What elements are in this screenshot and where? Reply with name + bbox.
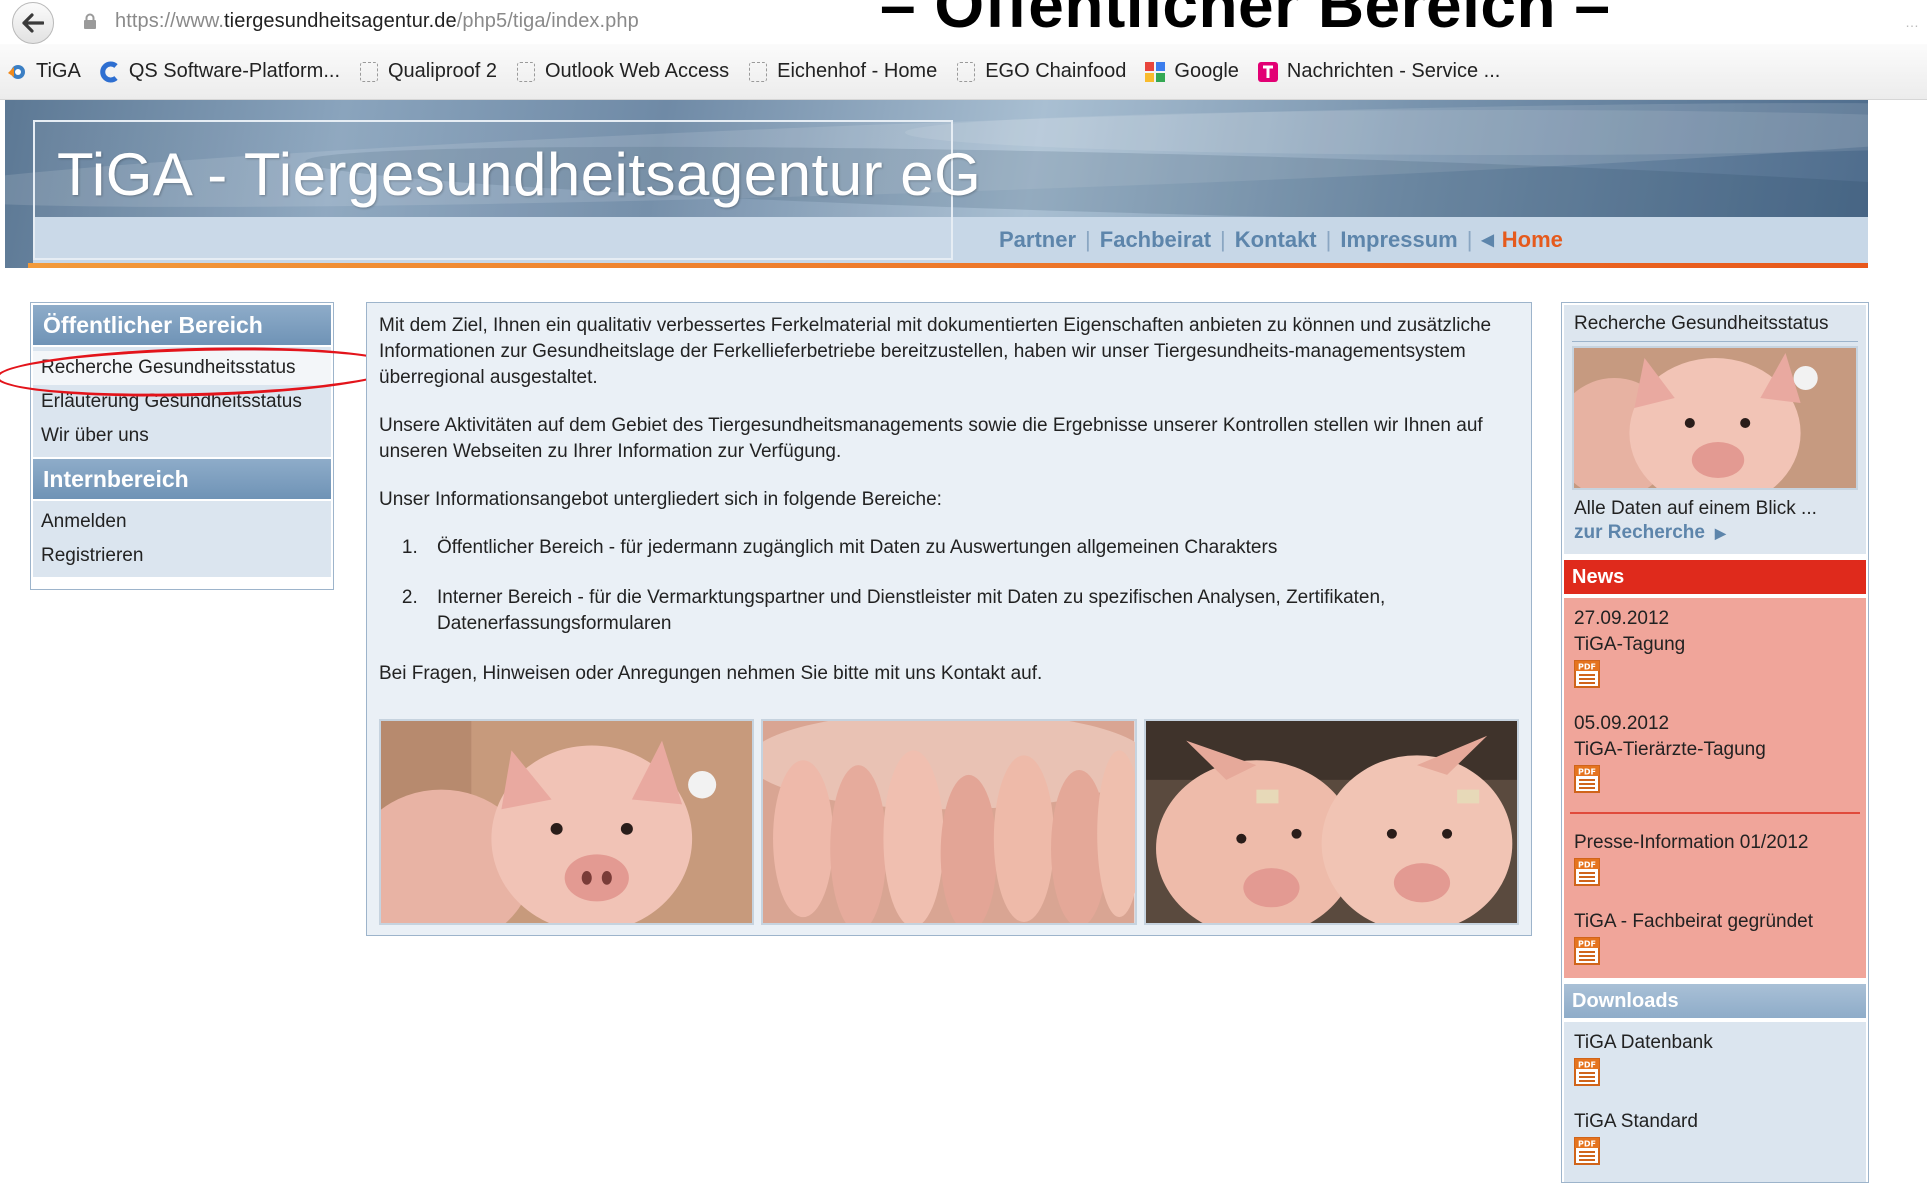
main-content: Mit dem Ziel, Ihnen ein qualitativ verbe… — [366, 302, 1532, 936]
pdf-icon[interactable]: PDF — [1574, 858, 1600, 886]
bookmark-eichenhof[interactable]: Eichenhof - Home — [747, 60, 937, 83]
news-list: 27.09.2012 TiGA-Tagung PDF 05.09.2012 Ti… — [1564, 598, 1866, 978]
nav-item-anmelden[interactable]: Anmelden — [33, 505, 331, 539]
recherche-text: Alle Daten auf einem Blick ... — [1574, 498, 1817, 519]
svg-text:PDF: PDF — [1578, 1140, 1596, 1149]
bookmark-google[interactable]: Google — [1144, 60, 1239, 83]
nav-section-public: Öffentlicher Bereich — [33, 305, 331, 345]
news-date: 27.09.2012 — [1574, 608, 1670, 629]
header-divider — [28, 263, 1868, 268]
svg-text:PDF: PDF — [1578, 663, 1596, 672]
piglet-thumbnail[interactable] — [1572, 346, 1858, 490]
news-divider — [1570, 812, 1860, 814]
sections-list: Öffentlicher Bereich - für jedermann zug… — [379, 535, 1519, 637]
photo-gallery — [379, 719, 1519, 925]
download-title[interactable]: TiGA Standard — [1574, 1109, 1856, 1135]
download-title[interactable]: TiGA Datenbank — [1574, 1030, 1856, 1056]
downloads-list: TiGA Datenbank PDF TiGA Standard PDF — [1564, 1022, 1866, 1182]
page-icon — [515, 61, 537, 83]
pdf-icon[interactable]: PDF — [1574, 660, 1600, 688]
tiga-icon — [6, 61, 28, 83]
pdf-icon[interactable]: PDF — [1574, 765, 1600, 793]
contact-paragraph: Bei Fragen, Hinweisen oder Anregungen ne… — [379, 663, 1043, 684]
left-triangle-icon: ◀ — [1481, 232, 1494, 249]
back-button[interactable] — [12, 2, 54, 44]
google-icon — [1144, 61, 1166, 83]
nav-item-erlaeuterung[interactable]: Erläuterung Gesundheitsstatus — [33, 385, 331, 419]
public-nav-list: Recherche Gesundheitsstatus Erläuterung … — [33, 347, 331, 457]
top-navigation: Partner | Fachbeirat | Kontakt | Impress… — [953, 217, 1868, 263]
nav-fachbeirat[interactable]: Fachbeirat — [1100, 227, 1211, 253]
pdf-icon[interactable]: PDF — [1574, 937, 1600, 965]
news-date: 05.09.2012 — [1574, 713, 1670, 734]
back-arrow-icon — [22, 13, 44, 33]
recherche-title: Recherche Gesundheitsstatus — [1574, 313, 1829, 334]
page-icon — [955, 61, 977, 83]
nav-partner[interactable]: Partner — [999, 227, 1076, 253]
list-item: Interner Bereich - für die Vermarktungsp… — [423, 585, 1519, 637]
two-piglets-photo — [1143, 719, 1519, 925]
browser-address-bar: https://www.tiergesundheitsagentur.de/ph… — [0, 0, 1927, 44]
page-icon — [358, 61, 380, 83]
nav-home[interactable]: Home — [1502, 227, 1563, 253]
svg-text:PDF: PDF — [1578, 1061, 1596, 1070]
bookmark-qualiproof[interactable]: Qualiproof 2 — [358, 60, 497, 83]
telekom-icon — [1257, 61, 1279, 83]
nav-item-wir-ueber-uns[interactable]: Wir über uns — [33, 419, 331, 453]
svg-text:PDF: PDF — [1578, 768, 1596, 777]
activities-paragraph: Unsere Aktivitäten auf dem Gebiet des Ti… — [379, 415, 1483, 462]
pdf-icon[interactable]: PDF — [1574, 1137, 1600, 1165]
press-title[interactable]: TiGA - Fachbeirat gegründet — [1574, 909, 1856, 935]
bookmark-qs[interactable]: QS Software-Platform... — [99, 60, 340, 83]
downloads-header: Downloads — [1564, 984, 1866, 1018]
bookmark-nachrichten[interactable]: Nachrichten - Service ... — [1257, 60, 1500, 83]
bookmark-ego-chainfood[interactable]: EGO Chainfood — [955, 60, 1126, 83]
nav-item-recherche[interactable]: Recherche Gesundheitsstatus — [33, 351, 331, 385]
bookmarks-bar: TiGA QS Software-Platform... Qualiproof … — [0, 44, 1927, 100]
bookmark-outlook[interactable]: Outlook Web Access — [515, 60, 729, 83]
lock-icon — [84, 13, 96, 29]
svg-text:PDF: PDF — [1578, 940, 1596, 949]
recherche-box: Recherche Gesundheitsstatus Alle Daten a… — [1564, 305, 1866, 554]
qs-icon — [99, 61, 121, 83]
press-title[interactable]: Presse-Information 01/2012 — [1574, 830, 1856, 856]
news-header: News — [1564, 560, 1866, 594]
piglets-nursing-photo — [761, 719, 1137, 925]
site-logo-text: TiGA - Tiergesundheitsagentur eG — [57, 141, 982, 208]
intro-paragraph: Mit dem Ziel, Ihnen ein qualitativ verbe… — [379, 315, 1492, 388]
svg-text:PDF: PDF — [1578, 861, 1596, 870]
corner-mark: … — [1905, 14, 1919, 30]
recherche-link[interactable]: zur Recherche ▶ — [1564, 520, 1866, 544]
url-field[interactable]: https://www.tiergesundheitsagentur.de/ph… — [115, 10, 639, 33]
nav-impressum[interactable]: Impressum — [1340, 227, 1457, 253]
nav-item-registrieren[interactable]: Registrieren — [33, 539, 331, 573]
nav-section-intern: Internbereich — [33, 459, 331, 499]
nav-kontakt[interactable]: Kontakt — [1235, 227, 1317, 253]
site-logo[interactable]: TiGA - Tiergesundheitsagentur eG — [33, 120, 981, 260]
piglet-photo — [379, 719, 755, 925]
slide-title: – Öffentlicher Bereich – — [880, 0, 1611, 41]
right-sidebar: Recherche Gesundheitsstatus Alle Daten a… — [1561, 302, 1869, 1183]
play-triangle-icon: ▶ — [1714, 525, 1726, 541]
page-icon — [747, 61, 769, 83]
left-navigation: Öffentlicher Bereich Recherche Gesundhei… — [30, 302, 334, 590]
sections-intro: Unser Informationsangebot untergliedert … — [379, 489, 942, 510]
news-title[interactable]: TiGA-Tierärzte-Tagung — [1574, 737, 1856, 763]
pdf-icon[interactable]: PDF — [1574, 1058, 1600, 1086]
list-item: Öffentlicher Bereich - für jedermann zug… — [423, 535, 1519, 561]
intern-nav-list: Anmelden Registrieren — [33, 501, 331, 577]
news-title[interactable]: TiGA-Tagung — [1574, 632, 1856, 658]
bookmark-tiga[interactable]: TiGA — [6, 60, 81, 83]
